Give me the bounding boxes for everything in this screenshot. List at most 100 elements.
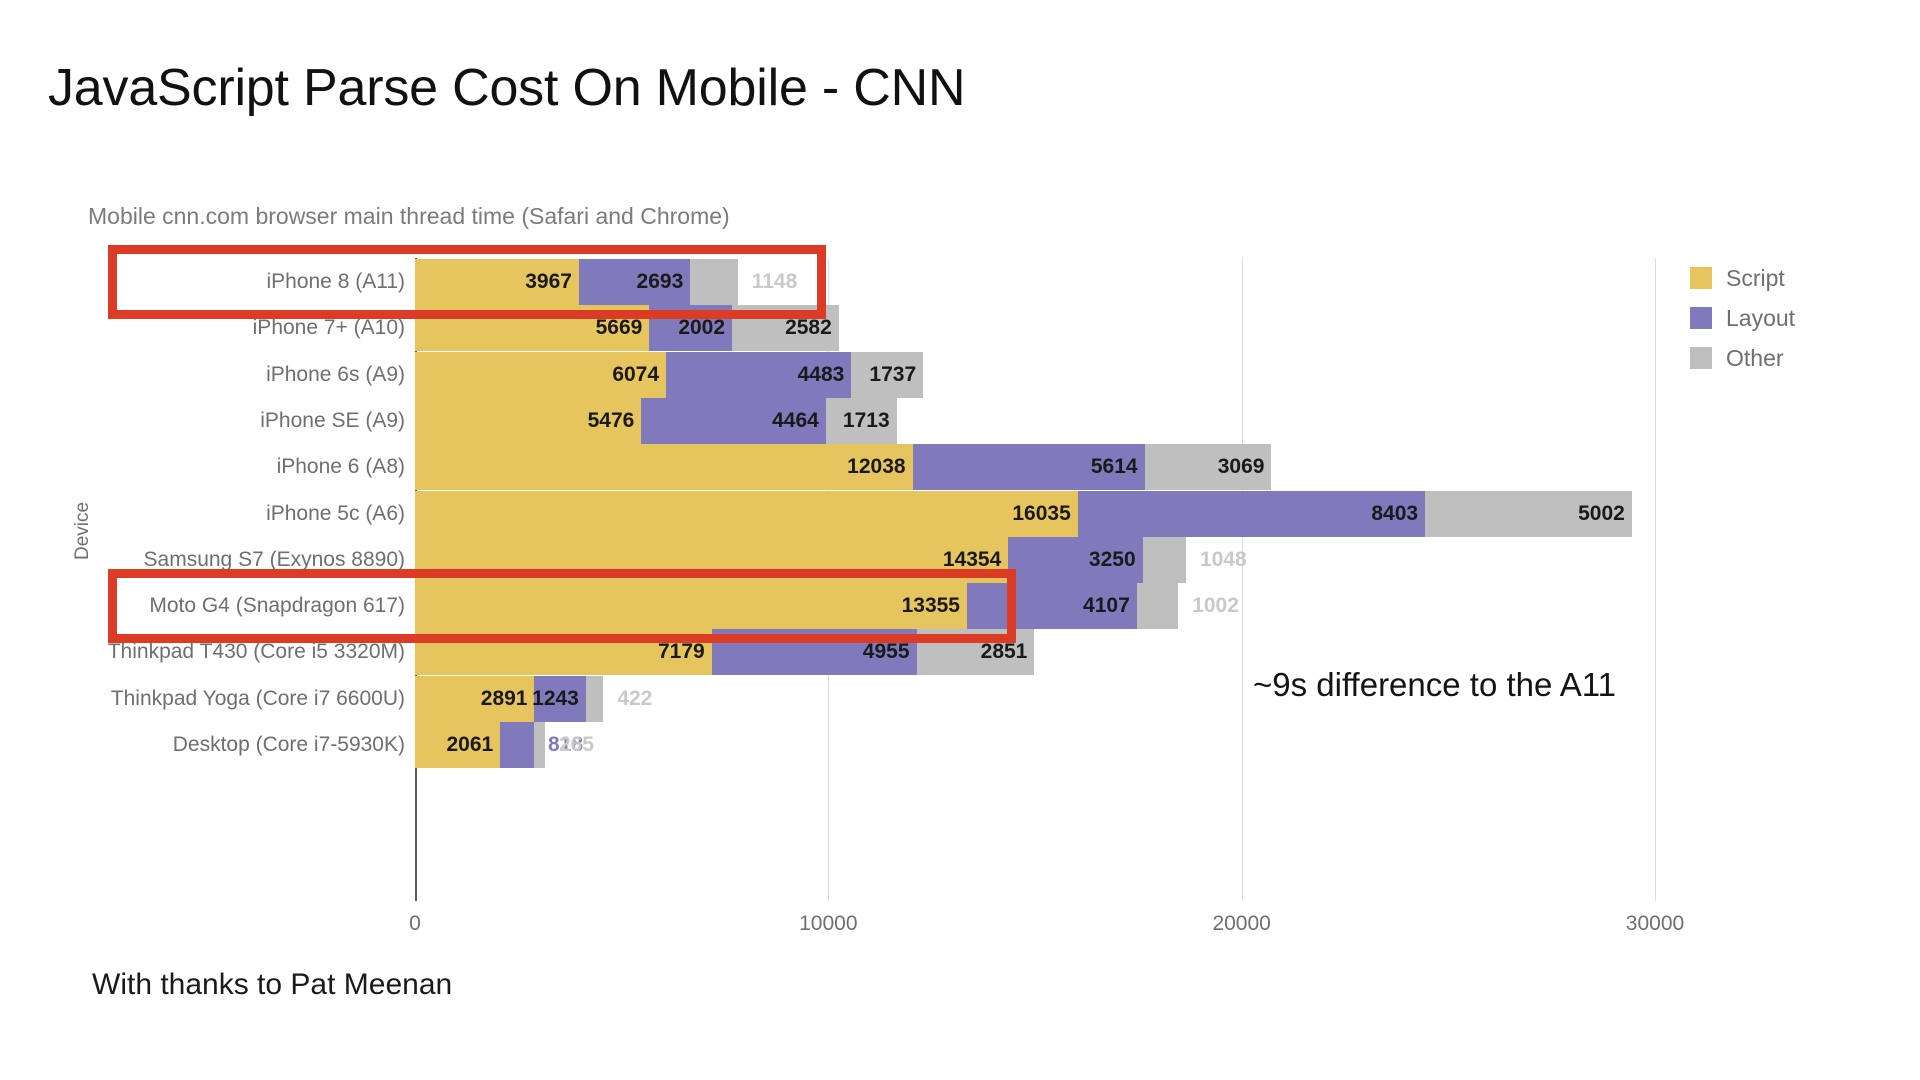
category-label: iPhone SE (A9) bbox=[260, 408, 405, 432]
bar-value-label-script: 6074 bbox=[612, 362, 660, 386]
bar-value-label-script: 5669 bbox=[595, 316, 643, 340]
slide-footer: With thanks to Pat Meenan bbox=[92, 968, 453, 1001]
bar-segment-layout bbox=[500, 722, 534, 768]
bar-value-label-layout: 4483 bbox=[797, 362, 845, 386]
legend-label: Layout bbox=[1726, 304, 1796, 331]
category-label: Thinkpad Yoga (Core i7 6600U) bbox=[110, 686, 405, 710]
y-axis-title: Device bbox=[72, 501, 93, 560]
bar-row: iPhone 6 (A8) 12038 5614 3069 bbox=[277, 444, 1655, 491]
bar-segment-layout: 2693 bbox=[578, 259, 691, 305]
bar-segment-layout: 2002 bbox=[649, 305, 733, 352]
bar-row: Samsung S7 (Exynos 8890) 14354 3250 1048 bbox=[144, 536, 1655, 583]
bar-value-label-script: 13355 bbox=[901, 594, 960, 618]
bar-segment-script: 3967 bbox=[415, 259, 579, 305]
chart-subtitle: Mobile cnn.com browser main thread time … bbox=[88, 203, 730, 229]
bar-value-label-script: 14354 bbox=[942, 547, 1002, 571]
bar-value-label-script: 7179 bbox=[658, 640, 705, 664]
category-label: iPhone 6s (A9) bbox=[266, 362, 405, 386]
legend-item[interactable]: Layout bbox=[1690, 298, 1795, 338]
bar-segment-script: 2891 bbox=[415, 675, 535, 722]
bar-value-label-other: 2851 bbox=[980, 640, 1028, 664]
bar-segment-other bbox=[585, 675, 604, 722]
bar-value-label-script: 2891 bbox=[480, 686, 528, 710]
bar-value-label-other: 1002 bbox=[1192, 594, 1239, 618]
bar-value-label-layout: 5614 bbox=[1090, 455, 1138, 479]
bar-value-label-other: 1737 bbox=[869, 362, 917, 386]
script-swatch-icon bbox=[1690, 267, 1712, 289]
bar-segment-other: 2851 bbox=[916, 629, 1035, 676]
bar-segment-script: 7179 bbox=[415, 629, 712, 676]
annotation-text: ~9s difference to the A11 bbox=[1253, 666, 1616, 703]
bar-value-label-layout: 3250 bbox=[1088, 547, 1136, 571]
bar-value-label-script: 2061 bbox=[446, 733, 494, 756]
chart-container: Mobile cnn.com browser main thread time … bbox=[0, 0, 1920, 950]
layout-swatch-icon bbox=[1690, 307, 1712, 329]
bar-segment-layout: 3250 bbox=[1008, 536, 1143, 583]
bar-value-label-layout: 4464 bbox=[772, 408, 819, 432]
legend-label: Script bbox=[1726, 264, 1785, 291]
bar-value-label-layout: 4107 bbox=[1083, 594, 1130, 618]
bar-row: iPhone 8 (A11) 3967 2693 1148 bbox=[266, 259, 1655, 305]
bar-value-label-other: 5002 bbox=[1578, 501, 1625, 525]
bar-row: iPhone 6s (A9) 6074 4483 1737 bbox=[266, 351, 1655, 398]
category-label: iPhone 5c (A6) bbox=[266, 501, 405, 525]
bar-value-label-layout: 2693 bbox=[636, 270, 684, 293]
category-label: Samsung S7 (Exynos 8890) bbox=[143, 547, 405, 571]
category-label: Thinkpad T430 (Core i5 3320M) bbox=[107, 640, 405, 664]
category-label: Desktop (Core i7-5930K) bbox=[172, 733, 405, 756]
bar-value-label-other: 1148 bbox=[751, 270, 798, 293]
bar-row: iPhone 7+ (A10) 5669 2002 2582 bbox=[253, 305, 1655, 352]
bar-segment-script: 14354 bbox=[415, 536, 1009, 583]
bar-segment-script: 6074 bbox=[415, 351, 667, 398]
bar-segment-script: 5476 bbox=[415, 397, 642, 444]
category-label: iPhone 7+ (A10) bbox=[252, 316, 405, 340]
bar-segment-layout: 4483 bbox=[666, 351, 852, 398]
bar-segment-script: 13355 bbox=[415, 583, 967, 630]
bar-segment-layout: 5614 bbox=[912, 444, 1145, 491]
bar-segment-other: 1737 bbox=[851, 351, 924, 398]
bar-value-label-layout: 1243 bbox=[532, 686, 579, 710]
legend-item[interactable]: Other bbox=[1690, 338, 1795, 378]
bar-value-label-other: 2582 bbox=[785, 316, 832, 340]
bar-segment-script: 5669 bbox=[415, 305, 650, 352]
legend-label: Other bbox=[1726, 344, 1784, 371]
bar-row: Desktop (Core i7-5930K) 2061 818 265 bbox=[173, 722, 1655, 768]
category-label: Moto G4 (Snapdragon 617) bbox=[149, 594, 405, 618]
x-tick-label-20000: 20000 bbox=[1212, 912, 1271, 935]
bar-row: iPhone SE (A9) 5476 4464 1713 bbox=[260, 397, 1655, 444]
bar-segment-script: 16035 bbox=[415, 490, 1078, 537]
bar-value-label-other: 1048 bbox=[1199, 547, 1247, 571]
bar-segment-other bbox=[1142, 536, 1186, 583]
bar-segment-script: 2061 bbox=[415, 722, 501, 768]
plot-area: 0 10000 20000 30000 iPhone 8 (A11) 3967 2693 1… bbox=[108, 258, 1684, 935]
bar-value-label-script: 3967 bbox=[525, 270, 572, 293]
bar-value-label-layout: 4955 bbox=[862, 640, 910, 664]
bar-row: Moto G4 (Snapdragon 617) 13355 4107 1002 bbox=[149, 583, 1655, 630]
gridline-30000 bbox=[1655, 258, 1656, 901]
bar-value-label-other: 3069 bbox=[1217, 455, 1265, 479]
bar-segment-layout: 4464 bbox=[641, 397, 826, 444]
bar-segment-other: 3069 bbox=[1144, 444, 1272, 491]
bar-value-label-other: 265 bbox=[558, 733, 594, 756]
bar-segment-other bbox=[533, 722, 545, 768]
bar-segment-layout: 4107 bbox=[967, 583, 1137, 630]
bar-segment-other: 1713 bbox=[825, 397, 897, 444]
category-label: iPhone 8 (A11) bbox=[266, 270, 405, 293]
bar-segment-other: 2582 bbox=[732, 305, 839, 352]
bar-segment-layout: 8403 bbox=[1077, 490, 1426, 537]
x-tick-label-30000: 30000 bbox=[1625, 912, 1685, 935]
x-tick-label-0: 0 bbox=[409, 912, 421, 935]
chart-legend: Script Layout Other bbox=[1690, 258, 1795, 378]
legend-item[interactable]: Script bbox=[1690, 258, 1795, 298]
bar-segment-script: 12038 bbox=[415, 444, 913, 491]
bar-row: iPhone 5c (A6) 16035 8403 5002 bbox=[266, 490, 1655, 537]
bar-value-label-layout: 8403 bbox=[1371, 501, 1419, 525]
bar-value-label-other: 1713 bbox=[842, 408, 890, 432]
bar-value-label-other: 422 bbox=[617, 686, 653, 710]
bar-segment-layout: 1243 bbox=[532, 675, 586, 722]
bar-segment-layout: 4955 bbox=[711, 629, 917, 676]
bar-value-label-script: 12038 bbox=[847, 455, 906, 479]
other-swatch-icon bbox=[1690, 347, 1712, 369]
bar-value-label-script: 5476 bbox=[587, 408, 635, 432]
bar-segment-other bbox=[690, 259, 738, 305]
